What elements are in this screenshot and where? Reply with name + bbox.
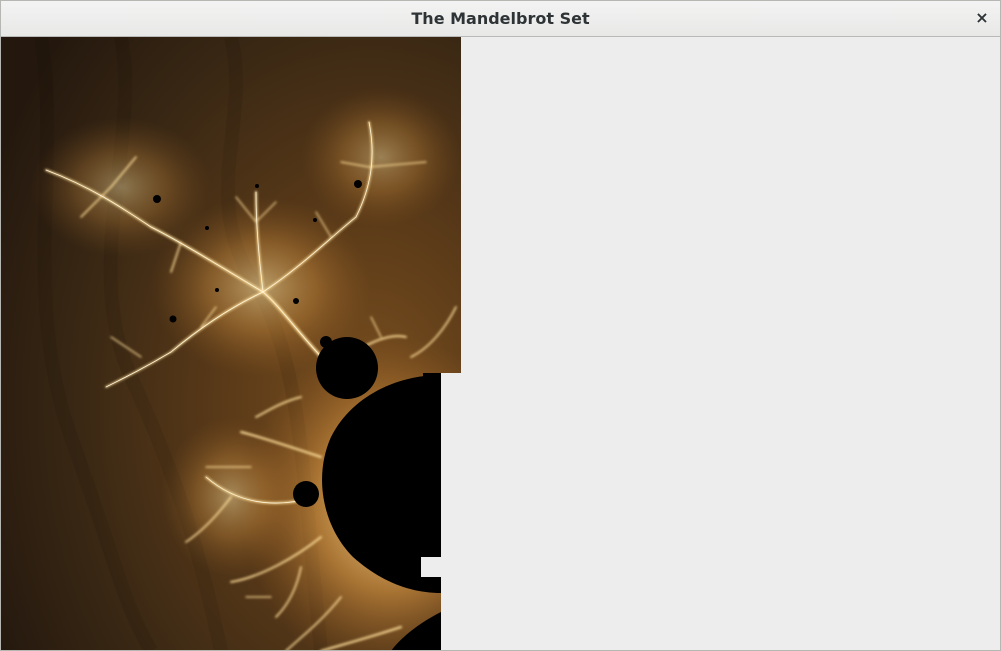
render-area[interactable] bbox=[1, 37, 1000, 651]
title-bar[interactable]: The Mandelbrot Set × bbox=[1, 1, 1000, 37]
application-window: The Mandelbrot Set × bbox=[0, 0, 1001, 651]
close-icon[interactable]: × bbox=[970, 6, 994, 30]
window-title: The Mandelbrot Set bbox=[411, 9, 590, 28]
mandelbrot-canvas[interactable] bbox=[1, 37, 461, 651]
